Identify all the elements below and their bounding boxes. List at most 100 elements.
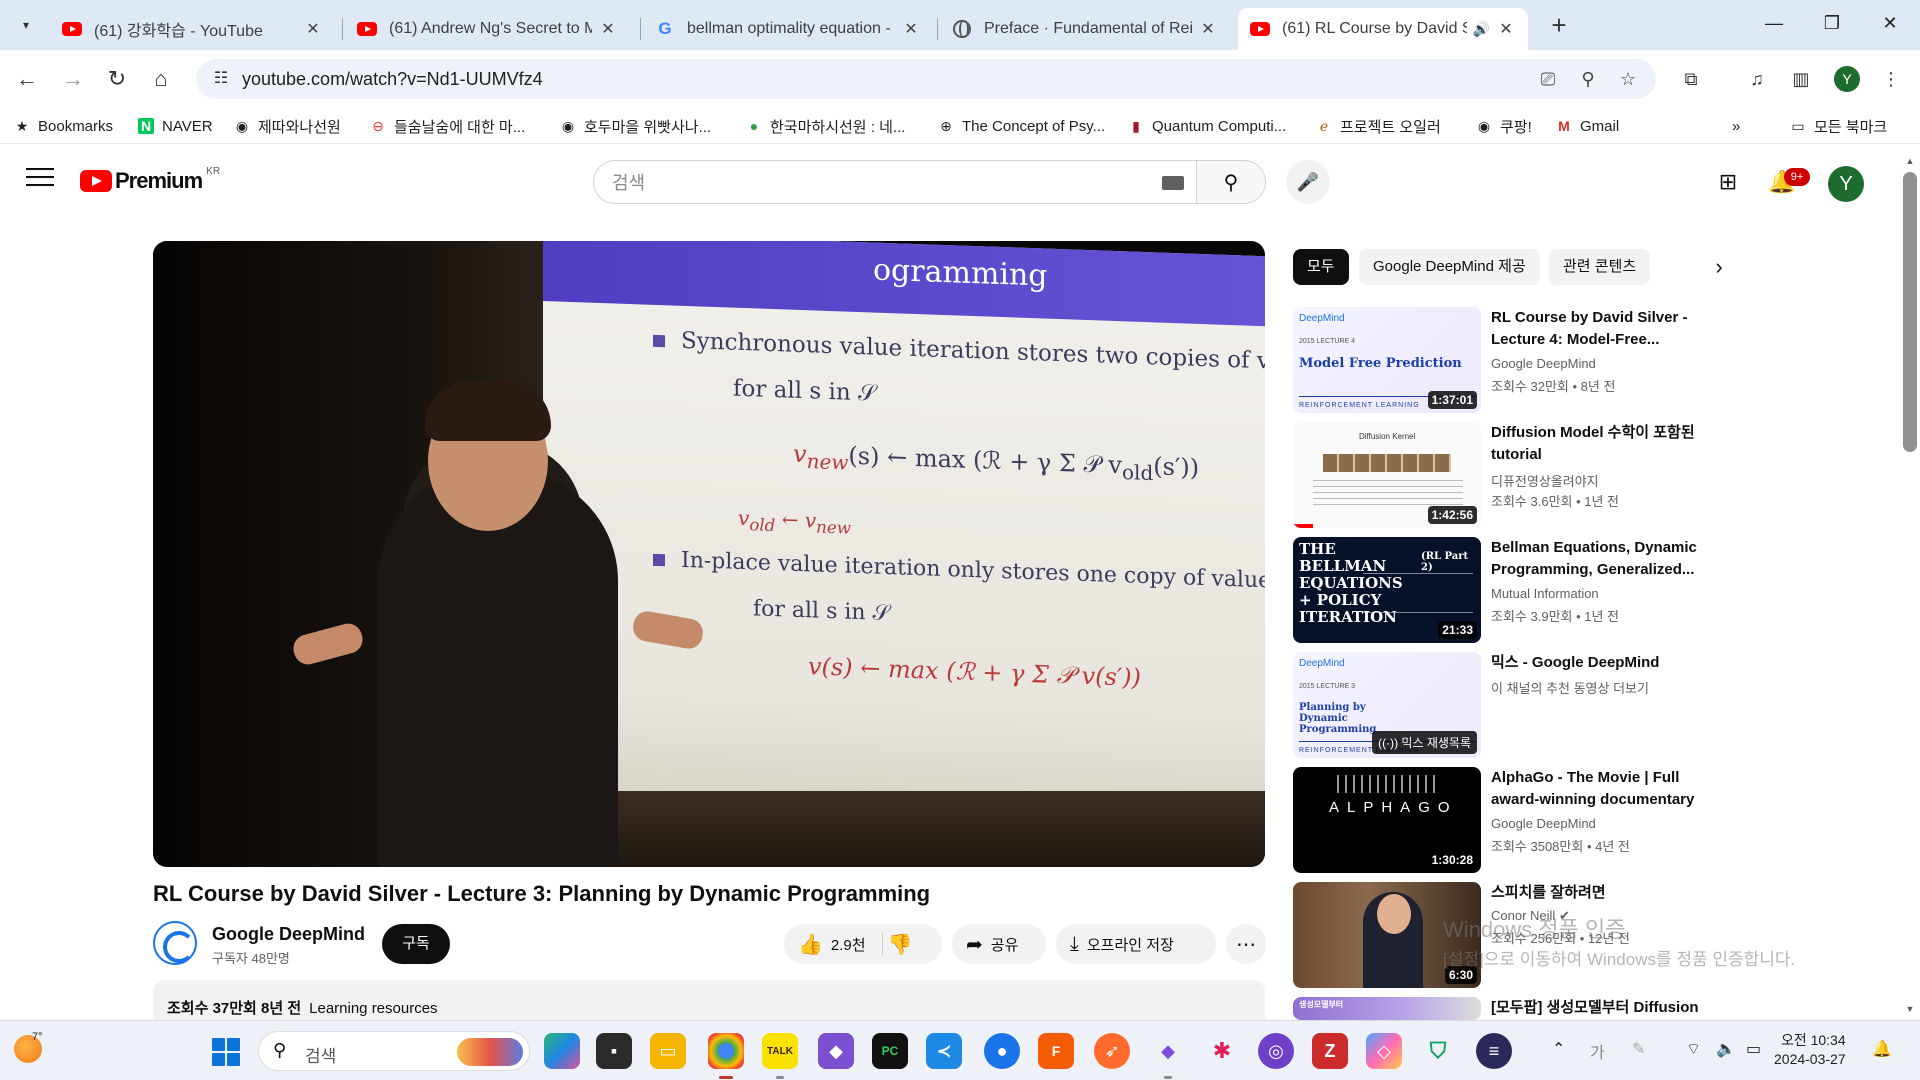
like-icon[interactable]: 👍 — [798, 932, 823, 957]
dislike-icon[interactable]: 👎 — [888, 932, 913, 957]
bookmark-item[interactable]: ◉ 제따와나선원 — [234, 115, 341, 137]
home-button[interactable]: ⌂ — [146, 64, 176, 94]
bookmark-item[interactable]: ★ Bookmarks — [14, 115, 113, 137]
restore-button[interactable]: ❐ — [1815, 8, 1849, 38]
side-panel-icon[interactable]: ▥ — [1786, 64, 1816, 94]
recommendation-title[interactable]: RL Course by David Silver - Lecture 4: M… — [1491, 307, 1723, 351]
profile-avatar[interactable]: Y — [1834, 66, 1860, 92]
more-menu-icon[interactable]: ⋮ — [1876, 64, 1906, 94]
recommendation-item[interactable]: Diffusion Kernel 1:42:56 Diffusion Model… — [1293, 422, 1723, 528]
close-icon[interactable]: ✕ — [598, 19, 618, 39]
recommendation-title[interactable]: Diffusion Model 수학이 포함된 tutorial — [1491, 422, 1723, 466]
github-icon[interactable]: ◎ — [1258, 1033, 1294, 1069]
menu-icon[interactable] — [26, 168, 54, 188]
media-controls-icon[interactable]: ♫ — [1742, 64, 1772, 94]
bookmark-item[interactable]: ⊕ The Concept of Psy... — [938, 115, 1105, 137]
address-bar[interactable]: ☷ youtube.com/watch?v=Nd1-UUMVfz4 ⎚ ⚲ ☆ — [196, 59, 1656, 99]
bookmark-item[interactable]: M Gmail — [1556, 115, 1619, 137]
close-icon[interactable]: ✕ — [1496, 19, 1516, 39]
more-actions-button[interactable]: ⋯ — [1226, 924, 1266, 964]
wifi-icon[interactable]: ⌔ — [1686, 1039, 1701, 1059]
back-button[interactable]: ← — [12, 64, 42, 94]
vscode-icon[interactable]: ≺ — [926, 1033, 962, 1069]
scroll-up-arrow[interactable]: ▲ — [1903, 156, 1917, 168]
browser-tab-3[interactable]: G bellman optimality equation - ✕ — [643, 8, 933, 50]
subscribe-button[interactable]: 구독 — [382, 924, 450, 964]
bookmark-item[interactable]: ● 한국마하시선원 : 네... — [746, 115, 906, 137]
close-icon[interactable]: ✕ — [303, 19, 323, 39]
video-thumbnail[interactable]: 생성모델부터 — [1293, 997, 1481, 1020]
recommendation-item[interactable]: DeepMind 2015 LECTURE 3 Planning by Dyna… — [1293, 652, 1723, 758]
recommendation-title[interactable]: 스피치를 잘하려면 — [1491, 882, 1723, 904]
close-icon[interactable]: ✕ — [1198, 19, 1218, 39]
site-info-icon[interactable]: ☷ — [210, 68, 232, 90]
taskbar-search[interactable]: ⚲ 검색 — [258, 1031, 530, 1071]
recommendation-channel[interactable]: 이 채널의 추천 동영상 더보기 — [1491, 678, 1649, 697]
chip-related[interactable]: 관련 콘텐츠 — [1549, 249, 1651, 285]
microphone-icon[interactable]: 🎤 — [1286, 160, 1330, 204]
description-tag[interactable]: Learning resources — [309, 1000, 437, 1017]
speaker-icon[interactable]: 🔊 — [1473, 21, 1490, 38]
recommendation-title[interactable]: 믹스 - Google DeepMind — [1491, 652, 1723, 674]
visual-studio-icon[interactable]: ◆ — [818, 1033, 854, 1069]
forward-button[interactable]: → — [58, 64, 88, 94]
chrome-icon[interactable] — [708, 1033, 744, 1069]
video-thumbnail[interactable]: DeepMind 2015 LECTURE 4 Model Free Predi… — [1293, 307, 1481, 413]
recommendation-item[interactable]: THE BELLMAN EQUATIONS + POLICY ITERATION… — [1293, 537, 1723, 643]
new-tab-button[interactable]: + — [1545, 11, 1573, 39]
slack-icon[interactable]: ✱ — [1204, 1033, 1240, 1069]
battery-icon[interactable]: ▭ — [1746, 1039, 1761, 1059]
volume-icon[interactable]: 🔈 — [1716, 1039, 1736, 1059]
bookmark-item[interactable]: ◉ 호두마을 위빳사나... — [560, 115, 711, 137]
recommendation-channel[interactable]: 디퓨전영상올려야지 — [1491, 471, 1599, 490]
f-app-icon[interactable]: F — [1038, 1033, 1074, 1069]
description-box[interactable]: 조회수 37만회 8년 전 Learning resources — [153, 980, 1265, 1020]
channel-avatar[interactable] — [153, 921, 197, 965]
ime-indicator[interactable]: 가 — [1590, 1039, 1605, 1063]
close-window-button[interactable]: ✕ — [1873, 8, 1907, 38]
chevron-right-icon[interactable]: › — [1706, 254, 1732, 280]
recommendation-channel[interactable]: Google DeepMind — [1491, 356, 1596, 371]
maps-icon[interactable]: ● — [984, 1033, 1020, 1069]
recommendation-channel[interactable]: Google DeepMind — [1491, 816, 1596, 831]
youtube-logo[interactable]: Premium KR — [80, 166, 220, 194]
zoom-icon[interactable]: ⚲ — [1576, 67, 1600, 91]
chip-all[interactable]: 모두 — [1293, 249, 1349, 285]
recommendation-title[interactable]: [모두팝] 생성모델부터 Diffusion — [1491, 997, 1723, 1019]
url-text[interactable]: youtube.com/watch?v=Nd1-UUMVfz4 — [242, 69, 543, 90]
install-app-icon[interactable]: ⎚ — [1536, 67, 1560, 91]
browser-tab-active[interactable]: (61) RL Course by David Si 🔊 ✕ — [1238, 8, 1528, 50]
keyboard-icon[interactable] — [1162, 176, 1184, 190]
bookmark-star-icon[interactable]: ☆ — [1616, 67, 1640, 91]
shield-app-icon[interactable]: ⛉ — [1420, 1033, 1456, 1069]
more-bookmarks-icon[interactable]: » — [1732, 115, 1740, 137]
video-player[interactable]: ogramming Synchronous value iteration st… — [153, 241, 1265, 867]
copilot-icon[interactable] — [544, 1033, 580, 1069]
pycharm-icon[interactable]: PC — [872, 1033, 908, 1069]
video-thumbnail[interactable]: THE BELLMAN EQUATIONS + POLICY ITERATION… — [1293, 537, 1481, 643]
search-input[interactable] — [612, 171, 1132, 195]
postman-icon[interactable]: ➶ — [1094, 1033, 1130, 1069]
search-button[interactable]: ⚲ — [1196, 160, 1266, 204]
file-explorer-icon[interactable]: ▭ — [650, 1033, 686, 1069]
all-bookmarks-folder[interactable]: ▭ 모든 북마크 — [1790, 115, 1887, 137]
obsidian-icon[interactable]: ◆ — [1150, 1033, 1186, 1069]
bookmark-item[interactable]: ⊖ 들숨날숨에 대한 마... — [370, 115, 525, 137]
start-button[interactable] — [212, 1038, 240, 1066]
channel-name[interactable]: Google DeepMind — [212, 924, 365, 945]
extensions-icon[interactable]: ⧉ — [1676, 64, 1706, 94]
recommendation-item[interactable]: DeepMind 2015 LECTURE 4 Model Free Predi… — [1293, 307, 1723, 413]
reload-button[interactable]: ↻ — [102, 64, 132, 94]
eclipse-icon[interactable]: ≡ — [1476, 1033, 1512, 1069]
close-icon[interactable]: ✕ — [901, 19, 921, 39]
like-count[interactable]: 2.9천 — [831, 934, 866, 955]
recommendation-title[interactable]: AlphaGo - The Movie | Full award-winning… — [1491, 767, 1723, 811]
recommendation-channel[interactable]: Mutual Information — [1491, 586, 1599, 601]
scroll-thumb[interactable] — [1903, 172, 1917, 452]
chevron-up-icon[interactable]: ⌃ — [1552, 1039, 1565, 1059]
notification-icon[interactable]: 🔔 — [1872, 1039, 1892, 1059]
chip-from-channel[interactable]: Google DeepMind 제공 — [1359, 249, 1540, 285]
create-video-icon[interactable]: ⊞ — [1712, 166, 1744, 198]
bookmark-item[interactable]: ℯ 프로젝트 오일러 — [1316, 115, 1441, 137]
gem-app-icon[interactable]: ◇ — [1366, 1033, 1402, 1069]
